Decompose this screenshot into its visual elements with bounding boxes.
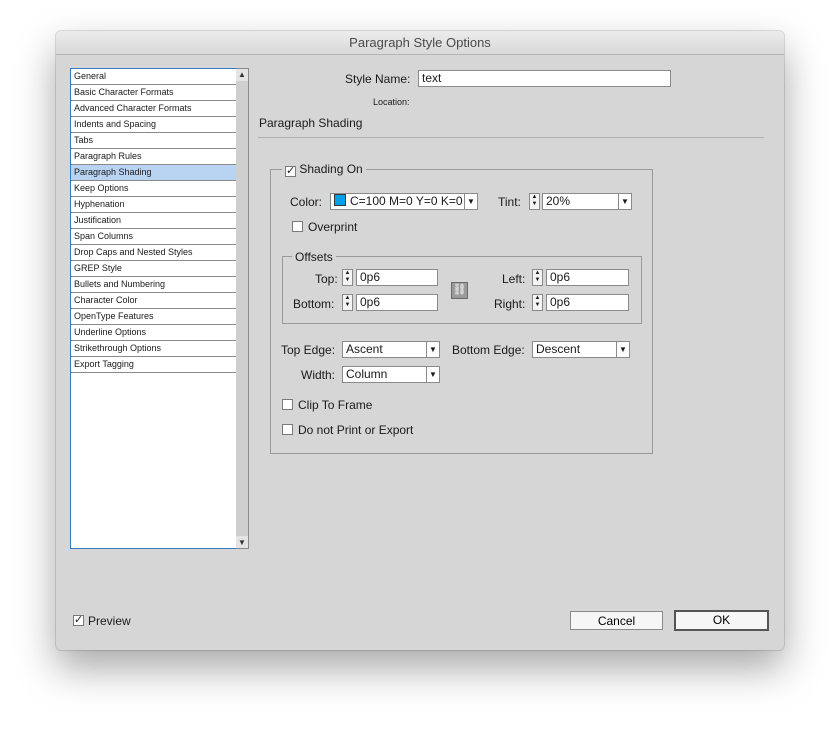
shading-on-toggle[interactable]: ✓ Shading On [282,162,366,177]
chevron-down-icon[interactable]: ▼ [426,342,439,357]
scroll-up-icon[interactable]: ▲ [238,70,246,79]
sidebar-item[interactable]: Paragraph Rules [71,149,236,165]
category-list-scrollbar[interactable]: ▲ ▼ [236,68,249,549]
top-edge-dropdown[interactable]: Ascent ▼ [342,341,440,358]
sidebar-item[interactable]: Justification [71,213,236,229]
section-divider [258,137,764,138]
color-dropdown[interactable]: C=100 M=0 Y=0 K=0 ▼ [330,193,478,210]
offset-left-stepper[interactable]: ▲ ▼ [532,269,543,286]
sidebar-item[interactable]: Hyphenation [71,197,236,213]
chevron-down-icon[interactable]: ▼ [426,367,439,382]
chevron-down-icon[interactable]: ▼ [616,342,629,357]
preview-checkbox[interactable]: ✓ [73,615,84,626]
width-value: Column [346,367,388,381]
offset-bottom-input[interactable]: 0p6 [356,294,438,311]
ok-button[interactable]: OK [674,610,769,631]
width-label: Width: [301,368,336,382]
category-list[interactable]: General Basic Character Formats Advanced C… [70,68,237,549]
window-title: Paragraph Style Options [56,31,784,55]
tint-stepper[interactable]: ▲ ▼ [529,193,540,210]
width-dropdown[interactable]: Column ▼ [342,366,440,383]
sidebar-item[interactable]: Basic Character Formats [71,85,236,101]
tint-label: Tint: [498,195,521,209]
top-edge-label: Top Edge: [281,343,336,357]
no-print-checkbox[interactable] [282,424,293,435]
style-name-input[interactable]: text [418,70,671,87]
sidebar-item[interactable]: Strikethrough Options [71,341,236,357]
offset-left-label: Left: [502,272,526,286]
dialog-window: Paragraph Style Options General Basic Cha… [56,31,784,650]
offset-bottom-stepper[interactable]: ▲ ▼ [342,294,353,311]
color-swatch [334,194,346,206]
sidebar-item[interactable]: GREP Style [71,261,236,277]
sidebar-item[interactable]: Bullets and Numbering [71,277,236,293]
clip-to-frame-checkbox[interactable] [282,399,293,410]
bottom-edge-dropdown[interactable]: Descent ▼ [532,341,630,358]
shading-on-checkbox[interactable]: ✓ [285,166,296,177]
offset-top-input[interactable]: 0p6 [356,269,438,286]
style-name-label: Style Name: [345,72,411,86]
sidebar-item[interactable]: Export Tagging [71,357,236,373]
section-title: Paragraph Shading [259,116,363,130]
clip-to-frame-label: Clip To Frame [298,398,373,412]
bottom-edge-value: Descent [536,342,581,356]
sidebar-item[interactable]: OpenType Features [71,309,236,325]
overprint-checkbox[interactable] [292,221,303,232]
sidebar-item[interactable]: Keep Options [71,181,236,197]
overprint-label: Overprint [308,220,358,234]
chain-link-icon[interactable]: ⛓ [451,282,468,299]
tint-dropdown[interactable]: 20% ▼ [542,193,632,210]
tint-value: 20% [546,194,571,208]
sidebar-item[interactable]: Paragraph Shading [71,165,236,181]
sidebar-item[interactable]: Underline Options [71,325,236,341]
offset-right-input[interactable]: 0p6 [546,294,629,311]
color-label: Color: [290,195,323,209]
preview-label: Preview [88,614,131,628]
offset-top-stepper[interactable]: ▲ ▼ [342,269,353,286]
no-print-label: Do not Print or Export [298,423,414,437]
offset-right-stepper[interactable]: ▲ ▼ [532,294,543,311]
offset-top-label: Top: [315,272,338,286]
offset-right-label: Right: [494,297,526,311]
shading-on-label: Shading On [299,162,363,176]
chevron-down-icon[interactable]: ▼ [464,194,477,209]
bottom-edge-label: Bottom Edge: [452,343,525,357]
color-value: C=100 M=0 Y=0 K=0 [350,194,463,208]
location-label: Location: [373,97,410,107]
cancel-button[interactable]: Cancel [570,611,663,630]
offset-bottom-label: Bottom: [293,297,335,311]
chevron-down-icon[interactable]: ▼ [618,194,631,209]
sidebar-item[interactable]: Drop Caps and Nested Styles [71,245,236,261]
sidebar-item[interactable]: Advanced Character Formats [71,101,236,117]
scroll-down-icon[interactable]: ▼ [238,538,246,547]
offset-left-input[interactable]: 0p6 [546,269,629,286]
sidebar-item[interactable]: Span Columns [71,229,236,245]
scroll-track[interactable] [236,81,248,536]
sidebar-item[interactable]: General [71,69,236,85]
sidebar-item[interactable]: Indents and Spacing [71,117,236,133]
offsets-legend: Offsets [292,250,336,264]
sidebar-item[interactable]: Tabs [71,133,236,149]
top-edge-value: Ascent [346,342,383,356]
sidebar-item[interactable]: Character Color [71,293,236,309]
